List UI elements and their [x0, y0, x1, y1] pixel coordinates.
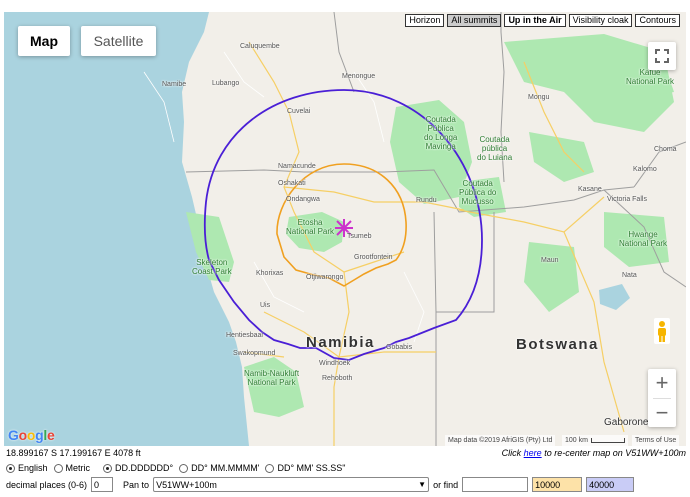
city-otjiwarongo: Otjiwarongo [306, 274, 344, 281]
toggle-visibility-cloak[interactable]: Visibility cloak [568, 14, 633, 27]
city-henties-bay: Hentiesbaai [226, 332, 263, 339]
label-ddmm: DD° MM.MMMM' [191, 463, 260, 473]
park-mucusso: Coutada Pública do Mucusso [459, 179, 497, 206]
status-bar: 18.899167 S 17.199167 E 4078 ft Click he… [6, 448, 686, 460]
city-gobabis: Gobabis [386, 344, 413, 351]
city-namibe: Namibe [162, 81, 187, 88]
click-label: Click [501, 448, 522, 458]
decimal-places-label: decimal places (0-6) [6, 479, 88, 490]
toggle-all-summits[interactable]: All summits [447, 14, 502, 27]
city-mongu: Mongu [528, 94, 550, 101]
radio-english[interactable] [6, 463, 15, 473]
city-tsumeb: Tsumeb [347, 233, 372, 240]
park-namib-naukluft: Namib-Naukluft National Park [244, 369, 300, 387]
find-label: or find [433, 479, 459, 490]
city-oshakati: Oshakati [278, 180, 306, 187]
street-view-pegman[interactable] [654, 318, 670, 344]
label-ddmmss: DD° MM' SS.SS" [277, 463, 346, 473]
google-logo: Google [8, 427, 55, 443]
country-namibia: Namibia [306, 334, 375, 351]
city-rehoboth: Rehoboth [322, 375, 353, 382]
city-maun: Maun [541, 257, 559, 264]
park-kafue: Kafue National Park [626, 68, 675, 86]
radio-ddmmss[interactable] [265, 463, 275, 473]
scale-label: 100 km [565, 437, 588, 444]
city-grootfontein: Grootfontein [354, 254, 393, 261]
map-view[interactable]: Namibe Lubango Caluquembe Menongue Cuvel… [4, 12, 686, 446]
country-botswana: Botswana [516, 336, 599, 353]
city-uis: Uis [260, 302, 271, 309]
city-khorixas: Khorixas [256, 270, 284, 277]
label-english: English [18, 463, 48, 473]
terms-of-use-link[interactable]: Terms of Use [632, 435, 680, 446]
pan-to-label: Pan to [123, 479, 150, 490]
outer-ring-radius-input[interactable]: 40000 [586, 477, 635, 492]
city-gaborone: Gaborone [604, 417, 649, 428]
pan-to-select[interactable]: V51WW+100m ▼ [153, 477, 430, 492]
radio-dd[interactable] [103, 463, 113, 473]
city-ondangwa: Ondangwa [286, 196, 320, 203]
city-rundu: Rundu [416, 197, 437, 204]
city-namacunde: Namacunde [278, 163, 316, 170]
map-type-satellite-button[interactable]: Satellite [81, 26, 156, 56]
bottom-controls: decimal places (0-6) 0 Pan to V51WW+100m… [6, 477, 635, 492]
city-windhoek: Windhoek [319, 360, 351, 367]
toggle-up-in-the-air[interactable]: Up in the Air [504, 14, 566, 27]
overlay-toggles: Horizon All summits Up in the Air Visibi… [405, 14, 680, 27]
city-kalomo: Kalomo [633, 166, 657, 173]
city-nata: Nata [622, 272, 637, 279]
decimal-places-input[interactable]: 0 [91, 477, 114, 492]
fullscreen-icon [655, 49, 669, 63]
city-lubango: Lubango [212, 80, 240, 87]
pan-to-value: V51WW+100m [156, 479, 217, 490]
format-options: English Metric DD.DDDDDD° DD° MM.MMMM' D… [6, 463, 345, 473]
zoom-in-button[interactable]: + [648, 369, 676, 398]
fullscreen-button[interactable] [648, 42, 676, 70]
park-luiana: Coutada pública do Luiana [477, 135, 513, 162]
city-victoria-falls: Victoria Falls [607, 196, 647, 203]
city-menongue: Menongue [342, 73, 376, 80]
recenter-text: to re-center map on V51WW+100m [544, 448, 686, 458]
park-hwange: Hwange National Park [619, 230, 668, 248]
label-dd: DD.DDDDDD° [115, 463, 174, 473]
park-longa-mavinga: Coutada Pública do Longa Mavinga [424, 115, 458, 151]
city-kasane: Kasane [578, 186, 602, 193]
scale-bar: 100 km [562, 435, 628, 446]
map-data-attribution: Map data ©2019 AfriGIS (Pty) Ltd [445, 435, 556, 446]
radio-metric[interactable] [53, 463, 63, 473]
recenter-message: Click here to re-center map on V51WW+100… [502, 448, 686, 458]
map-type-map-button[interactable]: Map [18, 26, 70, 56]
park-etosha: Etosha National Park [286, 218, 335, 236]
city-caluquembe: Caluquembe [240, 43, 280, 50]
pegman-icon [654, 318, 670, 344]
recenter-link[interactable]: here [524, 448, 542, 458]
city-cuvelai: Cuvelai [287, 108, 311, 115]
zoom-out-button[interactable]: − [648, 399, 676, 428]
park-skeleton-coast: Skeleton Coast Park [192, 258, 232, 276]
city-swakopmund: Swakopmund [233, 350, 276, 357]
label-metric: Metric [65, 463, 91, 473]
toggle-contours[interactable]: Contours [635, 14, 680, 27]
radio-ddmm[interactable] [179, 463, 189, 473]
zoom-control: + − [648, 369, 676, 427]
cursor-coordinates: 18.899167 S 17.199167 E 4078 ft [6, 448, 141, 458]
toggle-horizon[interactable]: Horizon [405, 14, 445, 27]
find-input[interactable] [462, 477, 529, 492]
city-choma: Choma [654, 146, 677, 153]
chevron-down-icon: ▼ [418, 479, 427, 489]
inner-ring-radius-input[interactable]: 10000 [532, 477, 583, 492]
scale-line [590, 438, 625, 443]
